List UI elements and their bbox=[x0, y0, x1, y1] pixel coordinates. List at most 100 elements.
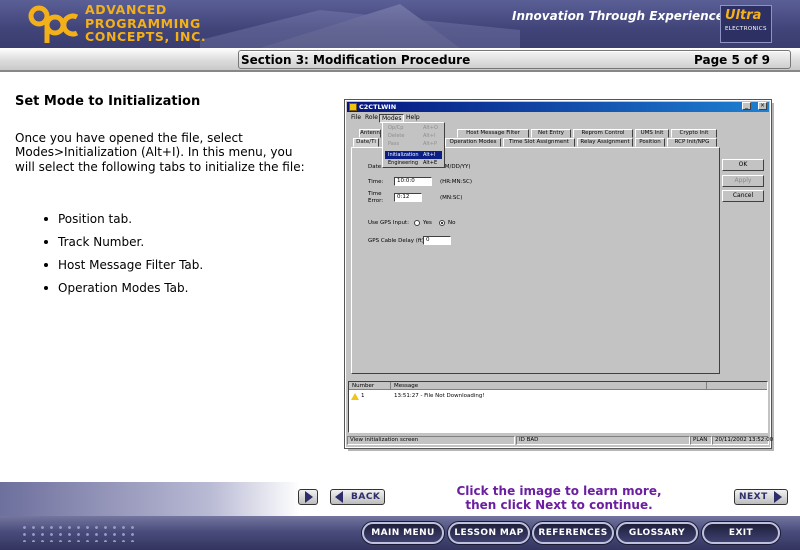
play-icon bbox=[305, 491, 313, 503]
time-error-field: 0:12 bbox=[394, 193, 422, 202]
gps-no-label: No bbox=[448, 220, 456, 226]
page-indicator: Page 5 of 9 bbox=[694, 53, 770, 67]
menu-file: File bbox=[351, 114, 362, 121]
header: ADVANCED PROGRAMMING CONCEPTS, INC. Inno… bbox=[0, 0, 800, 48]
cancel-button: Cancel bbox=[722, 190, 764, 202]
next-label: NEXT bbox=[739, 492, 768, 502]
menu-help: Help bbox=[406, 114, 420, 121]
gps-input-label: Use GPS Input: bbox=[368, 220, 409, 226]
apc-logo-icon bbox=[28, 5, 79, 43]
gps-delay-field: 0 bbox=[423, 236, 451, 245]
dropdown-item-initialization: Initialization Alt+I bbox=[385, 151, 442, 159]
lesson-map-button[interactable]: LESSON MAP bbox=[448, 522, 530, 544]
ok-button: OK bbox=[722, 159, 764, 171]
replay-button[interactable] bbox=[298, 489, 318, 505]
tab-net-entry: Net Entry bbox=[531, 129, 571, 138]
nav-message-line-1: Click the image to learn more, bbox=[456, 484, 662, 498]
tab-ums-init: UMS Init bbox=[635, 129, 669, 138]
gps-no-radio bbox=[439, 220, 445, 226]
tab-position: Position bbox=[635, 138, 665, 147]
gps-yes-label: Yes bbox=[423, 220, 432, 226]
navigation-bar: BACK Click the image to learn more, then… bbox=[0, 482, 800, 516]
ultra-electronics-logo: Ultra ELECTRONICS bbox=[720, 5, 772, 43]
app-window-icon bbox=[349, 103, 357, 111]
company-name: ADVANCED PROGRAMMING CONCEPTS, INC. bbox=[85, 3, 206, 44]
ultra-logo-sub: ELECTRONICS bbox=[725, 26, 767, 32]
tab-content: Date: MM/DD/YY) Time: 10:0:0 (HR:MN:SC) … bbox=[351, 147, 720, 374]
app-statusbar: View initialization screen ID BAD PLAN 2… bbox=[347, 436, 773, 445]
nav-decor-band bbox=[0, 482, 300, 516]
list-item: Track Number. bbox=[42, 234, 203, 257]
gps-yes-radio bbox=[414, 220, 420, 226]
dropdown-item-engineering: Engineering Alt+E bbox=[388, 160, 438, 166]
status-text: View initialization screen bbox=[347, 436, 515, 445]
company-line-1: ADVANCED bbox=[85, 2, 167, 17]
intro-paragraph: Once you have opened the file, select Mo… bbox=[15, 131, 305, 174]
list-item: Position tab. bbox=[42, 211, 203, 234]
ultra-logo-word: Ultra bbox=[725, 8, 762, 23]
glossary-button[interactable]: GLOSSARY bbox=[616, 522, 698, 544]
tab-operation-modes: Operation Modes bbox=[445, 138, 501, 147]
list-item: Host Message Filter Tab. bbox=[42, 257, 203, 280]
tab-rcp-init-npg: RCP Init/NPG bbox=[667, 138, 717, 147]
footer-dot-pattern bbox=[20, 524, 135, 542]
tab-host-message-filter: Host Message Filter bbox=[457, 129, 529, 138]
title-bar: Section 3: Modification Procedure Page 5… bbox=[0, 48, 800, 72]
main-menu-button[interactable]: MAIN MENU bbox=[362, 522, 444, 544]
tab-time-slot-assignment: Time Slot Assignment bbox=[503, 138, 575, 147]
time-error-format: (MN:SC) bbox=[440, 195, 463, 201]
app-window-title: C2CTLWIN bbox=[359, 103, 397, 111]
tagline: Innovation Through Experience bbox=[512, 9, 724, 23]
time-format: (HR:MN:SC) bbox=[440, 179, 472, 185]
dropdown-item-opcp: Op/Cp Alt+O bbox=[388, 125, 438, 131]
exit-button[interactable]: EXIT bbox=[702, 522, 780, 544]
nav-message-line-2: then click Next to continue. bbox=[465, 498, 653, 512]
tab-reprom-control: Reprom Control bbox=[573, 129, 633, 138]
next-arrow-icon bbox=[774, 491, 782, 503]
status-datetime: 20/11/2002 13:52:00 bbox=[712, 436, 773, 445]
tab-date-time: Date/Ti bbox=[353, 138, 379, 147]
warning-icon bbox=[351, 393, 359, 400]
back-button[interactable]: BACK bbox=[330, 489, 385, 505]
app-menubar: File Role Modes Help bbox=[347, 113, 769, 123]
header-graphic bbox=[200, 4, 520, 48]
list-item: Operation Modes Tab. bbox=[42, 280, 203, 303]
navigation-message: Click the image to learn more, then clic… bbox=[434, 484, 684, 512]
tab-list: Position tab. Track Number. Host Message… bbox=[42, 211, 203, 303]
status-id: ID BAD bbox=[516, 436, 690, 445]
date-label: Date: bbox=[368, 164, 383, 170]
apply-button: Apply bbox=[722, 175, 764, 187]
tab-crypto-init: Crypto Init bbox=[671, 129, 717, 138]
time-error-label-1: Time bbox=[368, 191, 382, 197]
status-mode: PLAN bbox=[690, 436, 712, 445]
menu-role: Role bbox=[365, 114, 378, 121]
minimize-icon: _ bbox=[742, 102, 751, 110]
footer: MAIN MENU LESSON MAP REFERENCES GLOSSARY… bbox=[0, 516, 800, 550]
section-title: Section 3: Modification Procedure bbox=[241, 53, 471, 67]
log-col-number: Number bbox=[349, 382, 391, 390]
log-row-number: 1 bbox=[361, 393, 365, 399]
company-line-3: CONCEPTS, INC. bbox=[85, 29, 207, 44]
time-label: Time: bbox=[368, 179, 384, 185]
dropdown-item-delete: Delete Alt+l bbox=[388, 133, 436, 139]
next-button[interactable]: NEXT bbox=[734, 489, 788, 505]
gps-delay-label: GPS Cable Delay (ft): bbox=[368, 238, 426, 244]
back-label: BACK bbox=[351, 492, 381, 502]
tab-relay-assignment: Relay Assignment bbox=[577, 138, 633, 147]
back-arrow-icon bbox=[335, 491, 343, 503]
references-button[interactable]: REFERENCES bbox=[532, 522, 614, 544]
log-col-message: Message bbox=[391, 382, 707, 390]
app-window-titlebar: C2CTLWIN bbox=[347, 102, 769, 112]
dropdown-item-pass: Pass Alt+P bbox=[388, 141, 437, 147]
company-line-2: PROGRAMMING bbox=[85, 15, 201, 31]
content-heading: Set Mode to Initialization bbox=[15, 94, 201, 109]
time-error-label-2: Error: bbox=[368, 198, 384, 204]
message-log: Number Message 1 13:51:27 - File Not Dow… bbox=[348, 381, 768, 433]
log-row-message: 13:51:27 - File Not Downloading! bbox=[394, 393, 485, 399]
close-icon: × bbox=[758, 102, 767, 110]
app-screenshot[interactable]: C2CTLWIN _ × File Role Modes Help Antenn… bbox=[344, 99, 773, 449]
modes-dropdown: Op/Cp Alt+O Delete Alt+l Pass Alt+P Initial… bbox=[382, 122, 445, 168]
time-field: 10:0:0 bbox=[394, 177, 432, 186]
tab-antenna: Antenn bbox=[359, 129, 381, 138]
log-header: Number Message bbox=[349, 382, 767, 390]
